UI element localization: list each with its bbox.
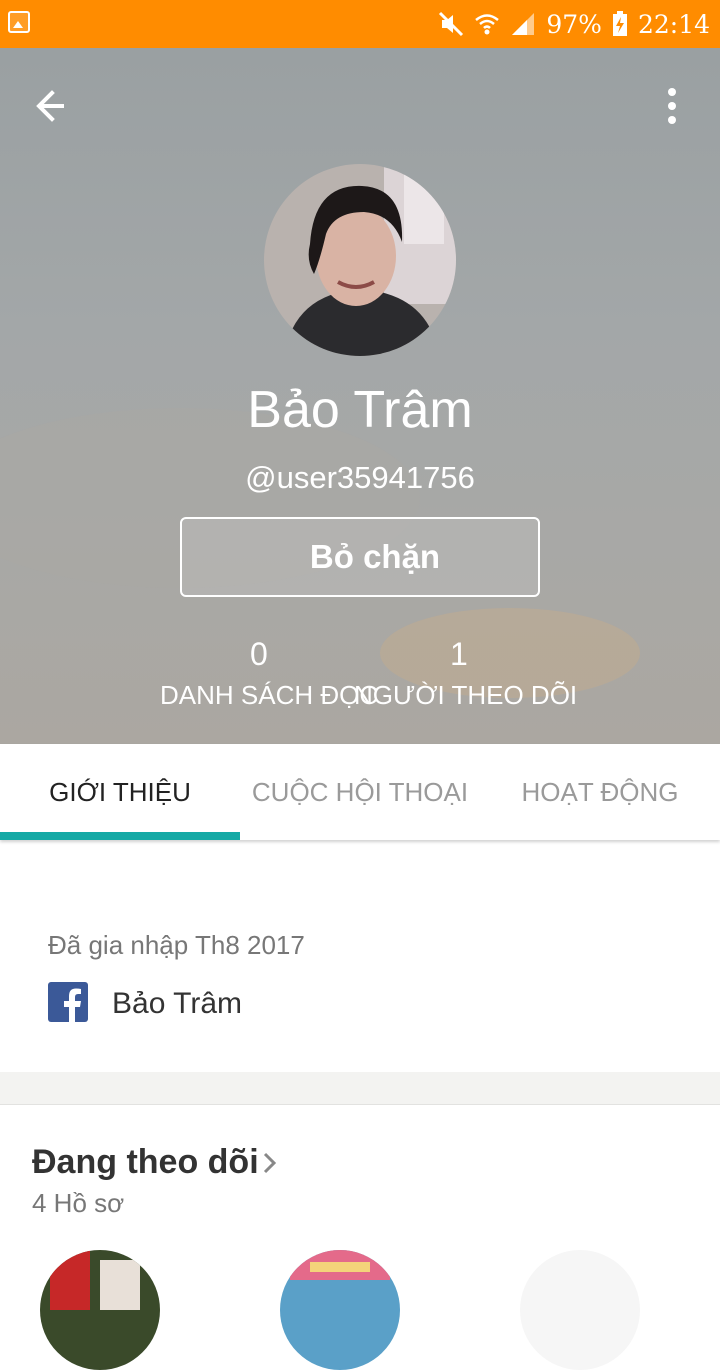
username: @user35941756 [245, 460, 475, 495]
gallery-icon [8, 11, 30, 33]
tab-activity[interactable]: HOẠT ĐỘNG [480, 744, 720, 840]
section-divider [0, 1072, 720, 1105]
reading-lists-count[interactable]: 0 [250, 634, 268, 674]
followers-count[interactable]: 1 [450, 634, 468, 674]
tab-about[interactable]: GIỚI THIỆU [0, 744, 240, 840]
following-count: 4 Hồ sơ [32, 1188, 125, 1218]
profile-avatar[interactable] [264, 164, 456, 356]
status-bar-right: 97% 22:14 [438, 6, 710, 42]
followee-avatar[interactable] [40, 1250, 160, 1370]
followee-avatar[interactable] [520, 1250, 640, 1370]
signal-icon [510, 11, 536, 37]
dot [668, 88, 676, 96]
mute-icon [438, 11, 464, 37]
status-bar: 97% 22:14 [0, 0, 720, 48]
following-title[interactable]: Đang theo dõi [32, 1140, 259, 1184]
wifi-icon [474, 11, 500, 37]
followee-avatar[interactable] [280, 1250, 400, 1370]
followers-label[interactable]: NGƯỜI THEO DÕI [354, 678, 577, 712]
followee-image [40, 1250, 160, 1370]
arrow-left-icon [36, 90, 64, 122]
profile-header: Bảo Trâm @user35941756 Bỏ chặn 0 1 DANH … [0, 48, 720, 744]
clock: 22:14 [637, 9, 710, 39]
active-tab-indicator [0, 832, 240, 840]
followee-image [280, 1250, 400, 1370]
dot [668, 102, 676, 110]
joined-date: Đã gia nhập Th8 2017 [48, 930, 305, 960]
avatar-image [264, 164, 456, 356]
more-options-button[interactable] [656, 84, 688, 128]
back-button[interactable] [30, 84, 82, 128]
unblock-button[interactable]: Bỏ chặn [180, 517, 540, 597]
battery-percent: 97% [546, 9, 602, 39]
tab-conversations[interactable]: CUỘC HỘI THOẠI [240, 744, 480, 840]
followee-image [520, 1250, 640, 1370]
facebook-icon [48, 982, 88, 1022]
profile-tabs: GIỚI THIỆU CUỘC HỘI THOẠI HOẠT ĐỘNG [0, 744, 720, 840]
chevron-right-icon[interactable] [262, 1150, 278, 1176]
reading-lists-label[interactable]: DANH SÁCH ĐỌC [160, 678, 378, 712]
profile-name: Bảo Trâm [247, 381, 473, 439]
battery-charging-icon [612, 11, 628, 37]
dot [668, 116, 676, 124]
facebook-link[interactable]: Bảo Trâm [112, 984, 242, 1024]
